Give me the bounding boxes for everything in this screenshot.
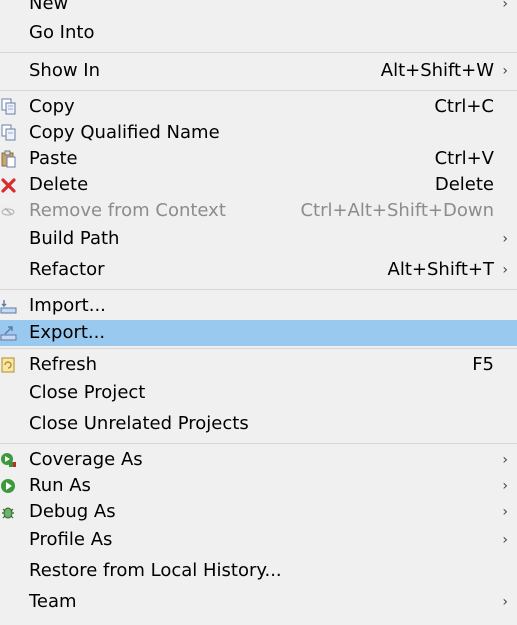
menu-item-build-path[interactable]: Build Path › [0,226,517,252]
menu-item-profile-as[interactable]: Profile As › [0,527,517,553]
delete-icon [0,176,18,194]
submenu-arrow-icon: › [502,504,508,520]
export-icon [0,324,18,342]
menu-item-refresh[interactable]: Refresh F5 [0,352,517,378]
menu-label-debug-as: Debug As [29,501,116,522]
menu-item-new[interactable]: New › [0,0,517,17]
menu-separator [0,52,517,53]
menu-item-refactor[interactable]: Refactor Alt+Shift+T › [0,257,517,283]
menu-label-remove-from-context: Remove from Context [29,200,226,221]
menu-label-run-as: Run As [29,475,91,496]
menu-item-restore-from-local-history[interactable]: Restore from Local History... [0,558,517,584]
menu-separator [0,348,517,349]
menu-label-refactor: Refactor [29,259,105,280]
menu-label-profile-as: Profile As [29,529,113,550]
menu-label-delete: Delete [29,174,89,195]
menu-item-paste[interactable]: Paste Ctrl+V [0,146,517,172]
menu-label-show-in: Show In [29,60,101,81]
menu-label-export: Export... [29,322,106,343]
menu-shortcut-delete: Delete [434,174,494,195]
menu-item-remove-from-context: Remove from Context Ctrl+Alt+Shift+Down [0,198,517,224]
menu-separator [0,289,517,290]
menu-label-new: New [29,0,69,14]
menu-shortcut-copy: Ctrl+C [434,96,494,117]
menu-label-coverage-as: Coverage As [29,449,143,470]
import-icon [0,297,18,315]
menu-item-copy-qualified-name[interactable]: Copy Qualified Name [0,120,517,146]
menu-label-refresh: Refresh [29,354,97,375]
menu-label-copy: Copy [29,96,75,117]
menu-item-coverage-as[interactable]: Coverage As › [0,447,517,473]
submenu-arrow-icon: › [502,0,508,12]
menu-item-delete[interactable]: Delete Delete [0,172,517,198]
submenu-arrow-icon: › [502,478,508,494]
menu-item-close-unrelated-projects[interactable]: Close Unrelated Projects [0,411,517,437]
menu-shortcut-refactor: Alt+Shift+T [387,259,494,280]
coverage-icon [0,451,18,469]
refresh-icon [0,356,18,374]
menu-item-team[interactable]: Team › [0,589,517,615]
debug-icon [0,503,18,521]
menu-label-build-path: Build Path [29,228,120,249]
submenu-arrow-icon: › [502,262,508,278]
menu-label-go-into: Go Into [29,22,95,43]
menu-label-import: Import... [29,295,106,316]
menu-separator [0,90,517,91]
copy-qualified-icon [0,124,18,142]
menu-label-close-project: Close Project [29,382,146,403]
submenu-arrow-icon: › [502,594,508,610]
menu-item-copy[interactable]: Copy Ctrl+C [0,94,517,120]
menu-item-run-as[interactable]: Run As › [0,473,517,499]
copy-icon [0,98,18,116]
menu-separator [0,443,517,444]
submenu-arrow-icon: › [502,532,508,548]
menu-label-close-unrelated-projects: Close Unrelated Projects [29,413,249,434]
menu-shortcut-refresh: F5 [472,354,494,375]
menu-shortcut-paste: Ctrl+V [434,148,494,169]
menu-shortcut-show-in: Alt+Shift+W [380,60,494,81]
menu-item-show-in[interactable]: Show In Alt+Shift+W › [0,58,517,84]
remove-context-icon [0,202,18,220]
menu-item-export[interactable]: Export... [0,320,517,346]
paste-icon [0,150,18,168]
submenu-arrow-icon: › [502,63,508,79]
menu-label-team: Team [29,591,77,612]
menu-shortcut-remove-from-context: Ctrl+Alt+Shift+Down [300,200,494,221]
submenu-arrow-icon: › [502,231,508,247]
menu-label-copy-qualified-name: Copy Qualified Name [29,122,220,143]
menu-label-paste: Paste [29,148,78,169]
submenu-arrow-icon: › [502,452,508,468]
run-icon [0,477,18,495]
menu-item-close-project[interactable]: Close Project [0,380,517,406]
menu-item-import[interactable]: Import... [0,293,517,319]
menu-item-debug-as[interactable]: Debug As › [0,499,517,525]
menu-label-restore-from-local-history: Restore from Local History... [29,560,282,581]
menu-item-go-into[interactable]: Go Into [0,20,517,46]
